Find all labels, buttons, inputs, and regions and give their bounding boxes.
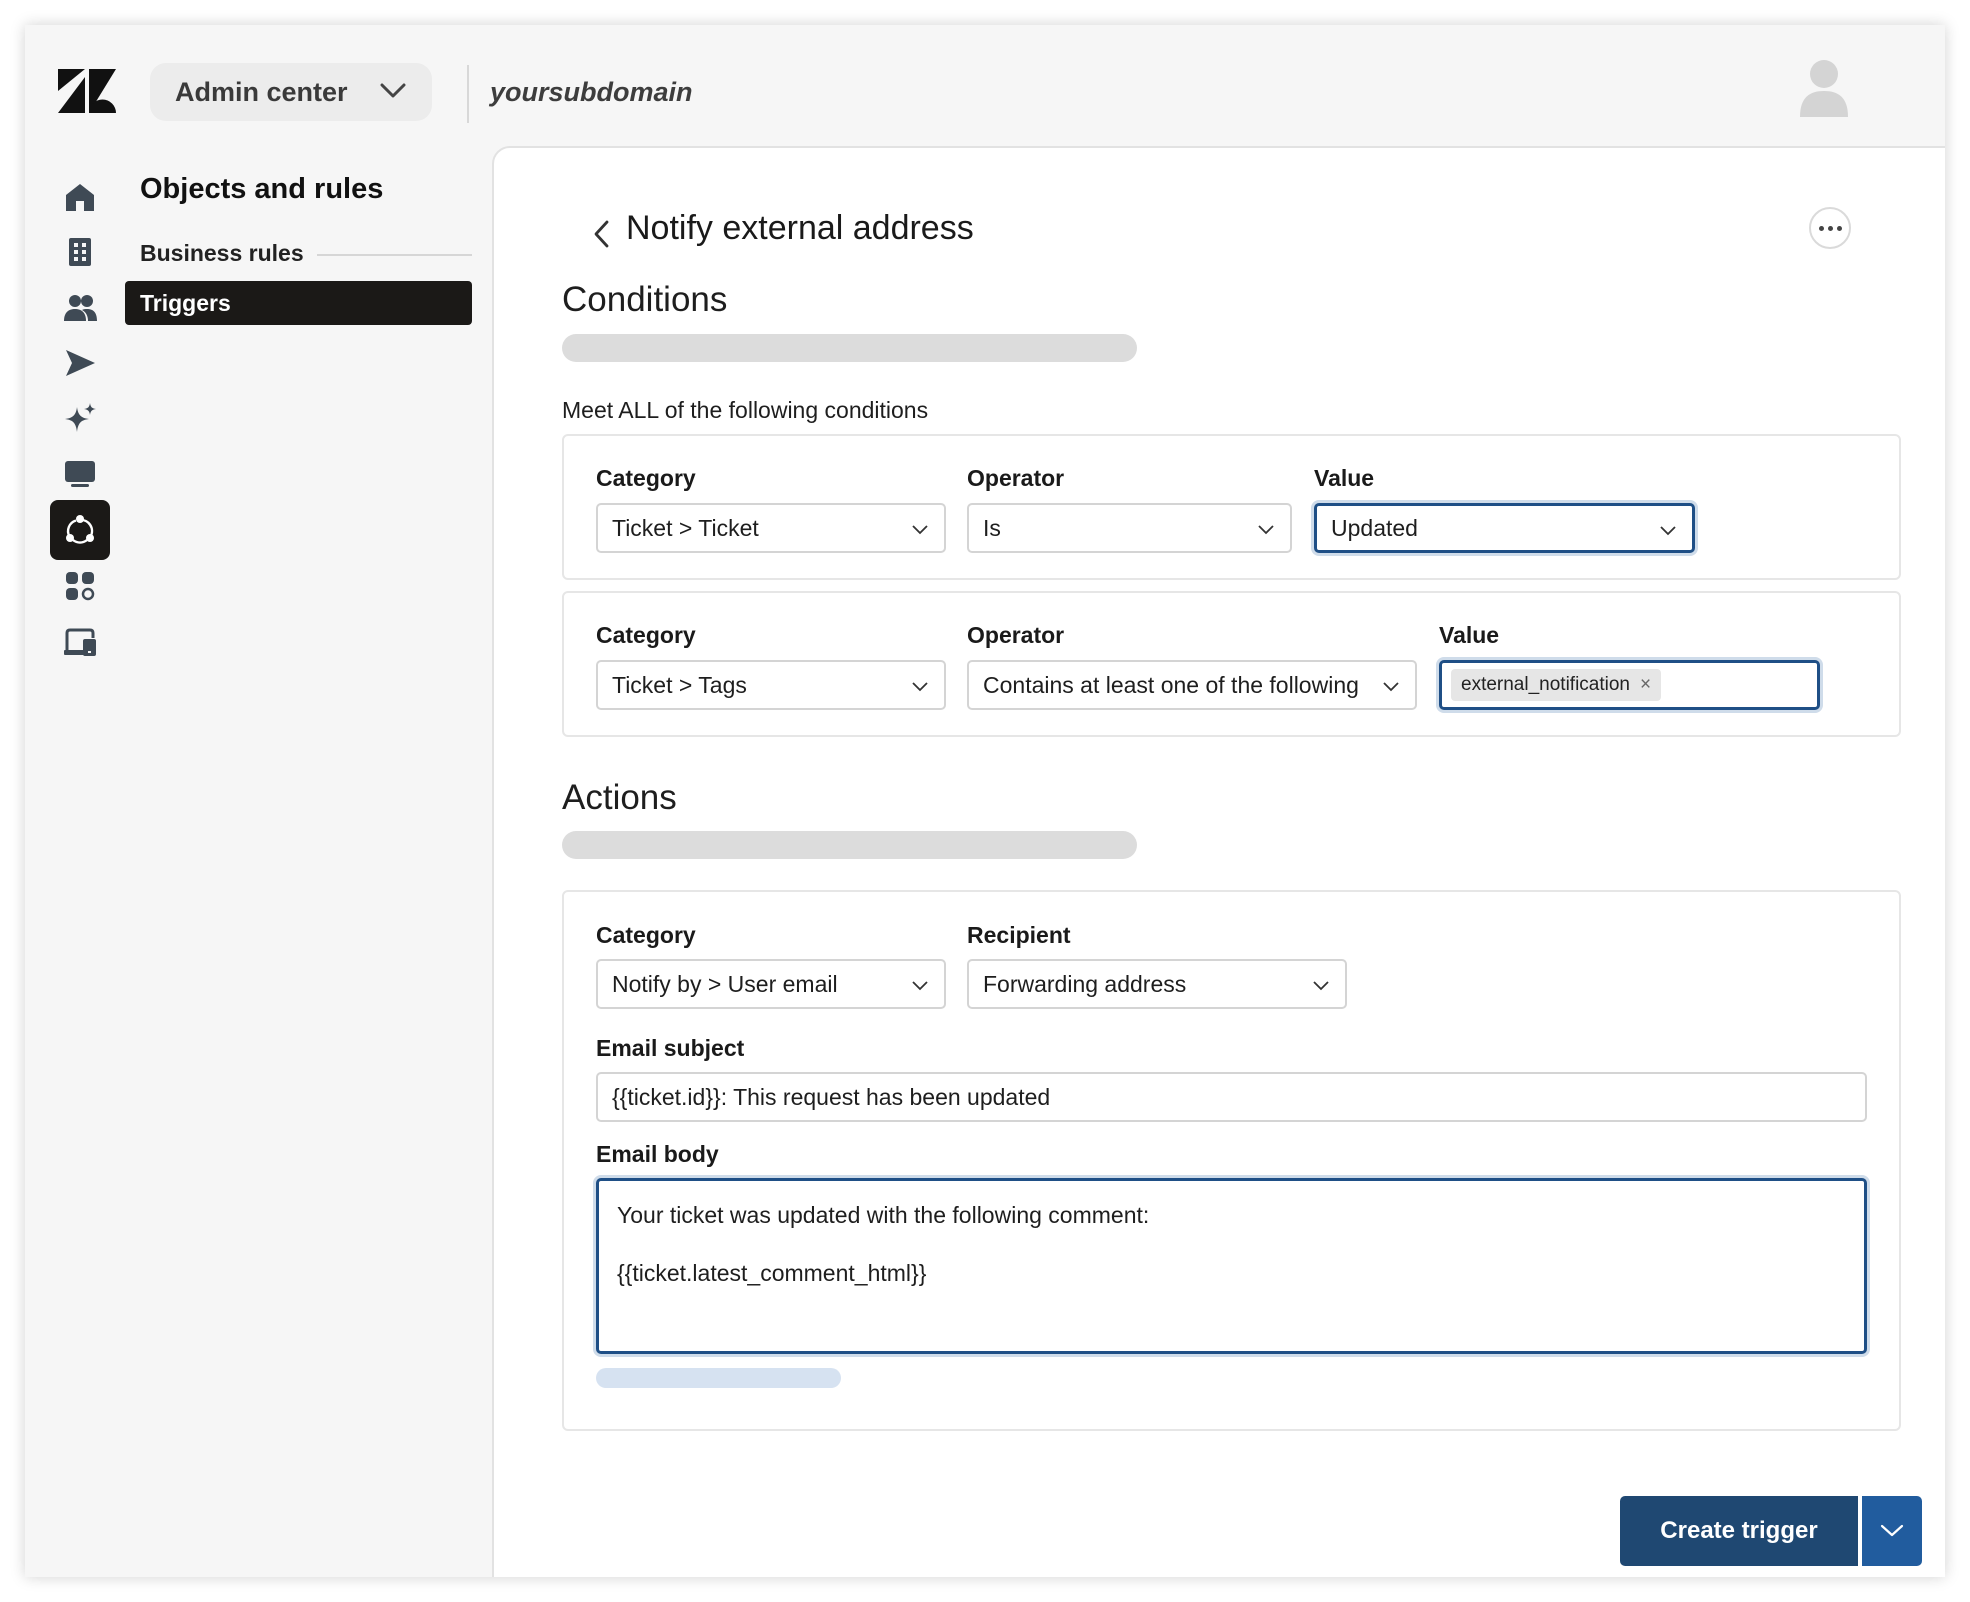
rail-account[interactable] <box>50 612 110 672</box>
people-icon <box>64 295 97 321</box>
channels-icon <box>66 350 95 376</box>
more-options-button[interactable] <box>1809 207 1851 249</box>
product-switcher-label: Admin center <box>175 76 348 107</box>
chevron-down-icon <box>1880 1524 1904 1537</box>
action-category-label: Category <box>596 922 696 948</box>
ai-sparkle-icon <box>65 403 96 432</box>
dot <box>1836 225 1842 231</box>
select-value: Contains at least one of the following <box>983 671 1359 698</box>
condition-1-value-select[interactable]: Updated <box>1314 503 1695 553</box>
rail-organization[interactable] <box>50 222 110 282</box>
rail-channels[interactable] <box>50 333 110 393</box>
actions-heading: Actions <box>562 778 677 817</box>
nav-section-business-rules: Business rules <box>140 240 304 266</box>
actions-description-placeholder <box>562 831 1137 859</box>
nav-section-divider <box>317 254 472 256</box>
create-trigger-button[interactable]: Create trigger <box>1620 1496 1858 1566</box>
action-recipient-label: Recipient <box>967 922 1071 948</box>
chevron-down-icon <box>912 525 928 535</box>
select-value: Is <box>983 514 1001 541</box>
chevron-down-icon <box>1313 981 1329 991</box>
create-trigger-menu-button[interactable] <box>1862 1496 1922 1566</box>
condition-2-value-label: Value <box>1439 622 1500 648</box>
condition-1-category-select[interactable]: Ticket > Ticket <box>596 503 946 553</box>
condition-1-operator-select[interactable]: Is <box>967 503 1292 553</box>
rail-objects-rules[interactable] <box>50 500 110 560</box>
email-body-label: Email body <box>596 1141 719 1167</box>
workspaces-icon <box>65 461 95 487</box>
header-divider <box>467 65 469 123</box>
select-value: Forwarding address <box>983 970 1187 997</box>
account-icon <box>64 628 96 656</box>
select-value: Ticket > Ticket <box>612 514 759 541</box>
home-icon <box>66 184 94 211</box>
select-value: Ticket > Tags <box>612 671 747 698</box>
select-value: Notify by > User email <box>612 970 838 997</box>
condition-2-tags-input[interactable]: external_notification × <box>1439 660 1820 710</box>
email-subject-input[interactable]: {{ticket.id}}: This request has been upd… <box>596 1072 1867 1122</box>
tag-remove-icon[interactable]: × <box>1640 674 1651 696</box>
page-title: Notify external address <box>626 209 974 247</box>
action-recipient-select[interactable]: Forwarding address <box>967 959 1347 1009</box>
nav-item-label: Triggers <box>140 289 231 316</box>
chevron-down-icon <box>380 83 406 98</box>
email-subject-label: Email subject <box>596 1035 745 1061</box>
conditions-heading: Conditions <box>562 280 728 319</box>
email-body-hint-placeholder <box>596 1368 841 1388</box>
email-body-line: {{ticket.latest_comment_html}} <box>617 1260 927 1286</box>
nav-title: Objects and rules <box>140 173 384 205</box>
chevron-down-icon <box>1258 525 1274 535</box>
condition-2-operator-select[interactable]: Contains at least one of the following <box>967 660 1417 710</box>
rail-workspaces[interactable] <box>50 444 110 504</box>
condition-1-category-label: Category <box>596 465 696 491</box>
rail-home[interactable] <box>50 167 110 227</box>
tag-label: external_notification <box>1461 674 1630 695</box>
select-value: Updated <box>1331 514 1418 541</box>
rail-apps[interactable] <box>50 556 110 616</box>
nav-item-triggers[interactable]: Triggers <box>125 281 472 325</box>
condition-1-value-label: Value <box>1314 465 1375 491</box>
user-avatar-icon[interactable] <box>1798 59 1850 117</box>
condition-2-category-label: Category <box>596 622 696 648</box>
action-category-select[interactable]: Notify by > User email <box>596 959 946 1009</box>
admin-window: Admin center yoursubdomain Objects and r… <box>25 25 1945 1577</box>
chevron-down-icon <box>912 981 928 991</box>
dot <box>1827 225 1833 231</box>
chevron-down-icon <box>912 682 928 692</box>
objects-rules-icon <box>66 515 94 544</box>
input-value: {{ticket.id}}: This request has been upd… <box>612 1083 1051 1110</box>
create-trigger-label: Create trigger <box>1660 1517 1818 1544</box>
subdomain-label: yoursubdomain <box>490 77 693 107</box>
organization-icon <box>69 238 91 266</box>
chevron-down-icon <box>1660 526 1676 536</box>
tag-chip: external_notification × <box>1451 669 1662 701</box>
condition-2-category-select[interactable]: Ticket > Tags <box>596 660 946 710</box>
conditions-description-placeholder <box>562 334 1137 362</box>
dot <box>1818 225 1824 231</box>
email-body-textarea[interactable]: Your ticket was updated with the followi… <box>596 1178 1867 1354</box>
zendesk-logo-icon[interactable] <box>58 69 116 113</box>
email-body-line: Your ticket was updated with the followi… <box>617 1202 1150 1228</box>
apps-icon <box>66 572 95 601</box>
meet-all-label: Meet ALL of the following conditions <box>562 397 929 423</box>
condition-1-operator-label: Operator <box>967 465 1065 491</box>
condition-2-operator-label: Operator <box>967 622 1065 648</box>
chevron-down-icon <box>1383 682 1399 692</box>
rail-ai[interactable] <box>50 389 110 449</box>
product-switcher[interactable]: Admin center <box>150 63 432 121</box>
rail-people[interactable] <box>50 278 110 338</box>
